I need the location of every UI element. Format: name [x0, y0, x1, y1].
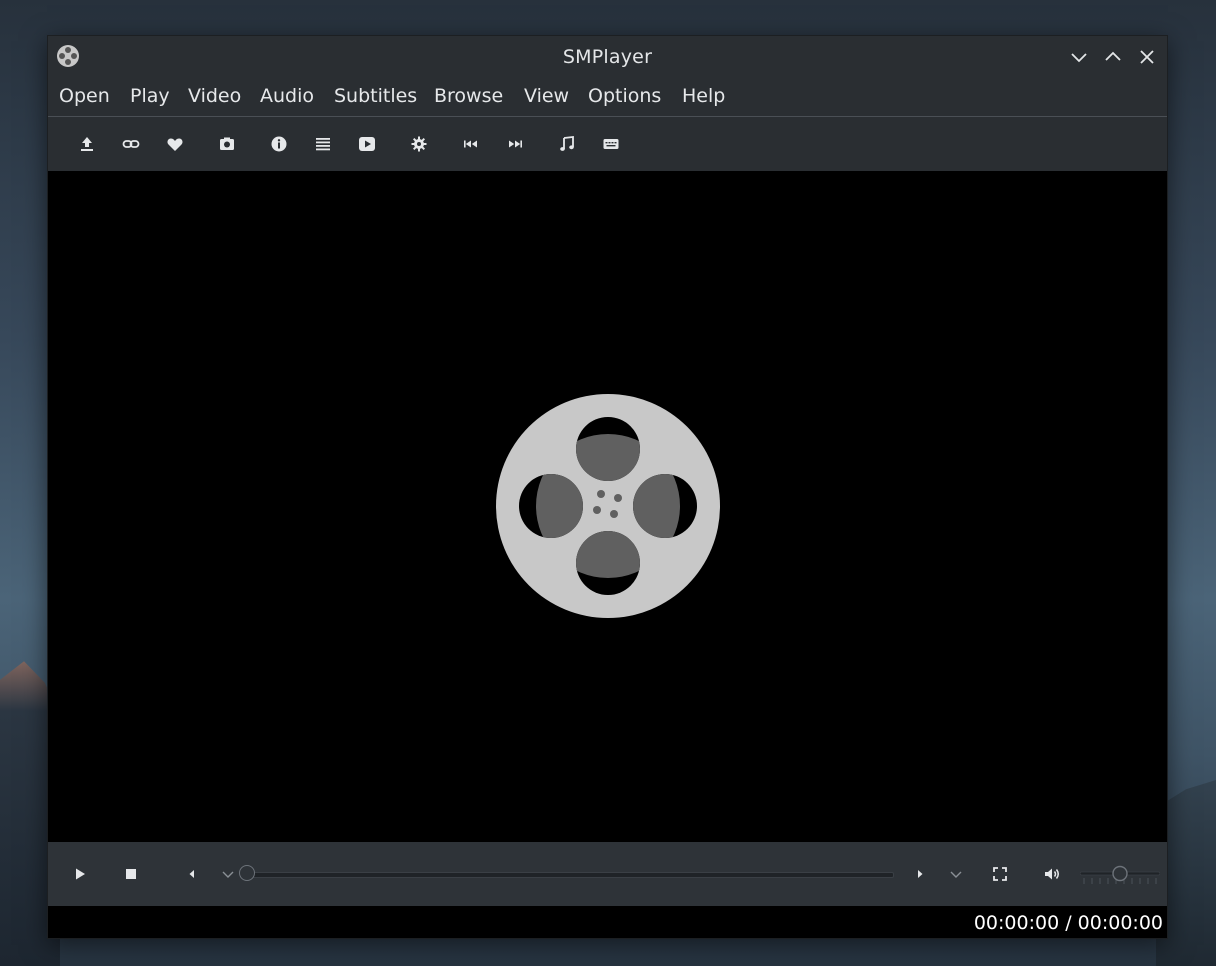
close-button[interactable]: [1137, 47, 1157, 67]
time-display: 00:00:00 / 00:00:00: [973, 912, 1163, 934]
forward-button[interactable]: [910, 864, 930, 884]
fullscreen-icon: [993, 867, 1007, 881]
film-reel-icon: [496, 394, 720, 618]
smplayer-window: SMPlayer Open Play Video Audio Subtitles…: [47, 35, 1168, 939]
chevron-down-icon: [950, 871, 962, 878]
seek-bar[interactable]: [246, 872, 894, 878]
volume-handle[interactable]: [1112, 865, 1128, 882]
menu-browse[interactable]: Browse: [434, 84, 503, 108]
playlist-icon[interactable]: [313, 134, 333, 154]
next-icon[interactable]: [505, 134, 525, 154]
toolbar: [48, 117, 1167, 171]
menu-help[interactable]: Help: [682, 84, 725, 108]
menu-subtitles[interactable]: Subtitles: [334, 84, 417, 108]
forward-icon: [918, 870, 923, 878]
rewind-icon: [189, 870, 194, 878]
volume-slider[interactable]: [1079, 860, 1161, 888]
stop-button[interactable]: [121, 864, 141, 884]
window-title: SMPlayer: [562, 46, 653, 68]
menu-video[interactable]: Video: [188, 84, 241, 108]
status-bar: 00:00:00 / 00:00:00: [48, 906, 1167, 938]
audio-track-icon[interactable]: [557, 134, 577, 154]
close-icon: [1140, 50, 1154, 64]
preferences-icon[interactable]: [409, 134, 429, 154]
seek-handle[interactable]: [239, 865, 255, 881]
youtube-icon[interactable]: [357, 134, 377, 154]
fullscreen-button[interactable]: [990, 864, 1010, 884]
subtitles-icon[interactable]: [601, 134, 621, 154]
stop-icon: [126, 869, 136, 879]
rewind-dropdown[interactable]: [218, 864, 238, 884]
open-url-icon[interactable]: [121, 134, 141, 154]
menu-options[interactable]: Options: [588, 84, 661, 108]
chevron-down-icon: [222, 871, 234, 878]
title-bar[interactable]: SMPlayer: [48, 36, 1167, 78]
previous-icon[interactable]: [461, 134, 481, 154]
menu-bar: Open Play Video Audio Subtitles Browse V…: [48, 78, 1167, 116]
favorites-icon[interactable]: [165, 134, 185, 154]
play-button[interactable]: [70, 864, 90, 884]
minimize-button[interactable]: [1069, 47, 1089, 67]
screenshot-icon[interactable]: [217, 134, 237, 154]
info-icon[interactable]: [269, 134, 289, 154]
open-file-icon[interactable]: [77, 134, 97, 154]
maximize-button[interactable]: [1103, 47, 1123, 67]
video-area[interactable]: [48, 171, 1167, 842]
mute-button[interactable]: [1042, 864, 1062, 884]
play-icon: [76, 868, 85, 880]
chevron-down-icon: [1071, 53, 1087, 63]
playback-controls: [48, 842, 1167, 906]
volume-icon: [1045, 868, 1059, 880]
rewind-button[interactable]: [182, 864, 202, 884]
chevron-up-icon: [1105, 51, 1121, 61]
menu-open[interactable]: Open: [59, 84, 110, 108]
menu-play[interactable]: Play: [130, 84, 170, 108]
film-reel-logo: [495, 393, 721, 619]
menu-audio[interactable]: Audio: [260, 84, 314, 108]
forward-dropdown[interactable]: [946, 864, 966, 884]
menu-view[interactable]: View: [524, 84, 569, 108]
